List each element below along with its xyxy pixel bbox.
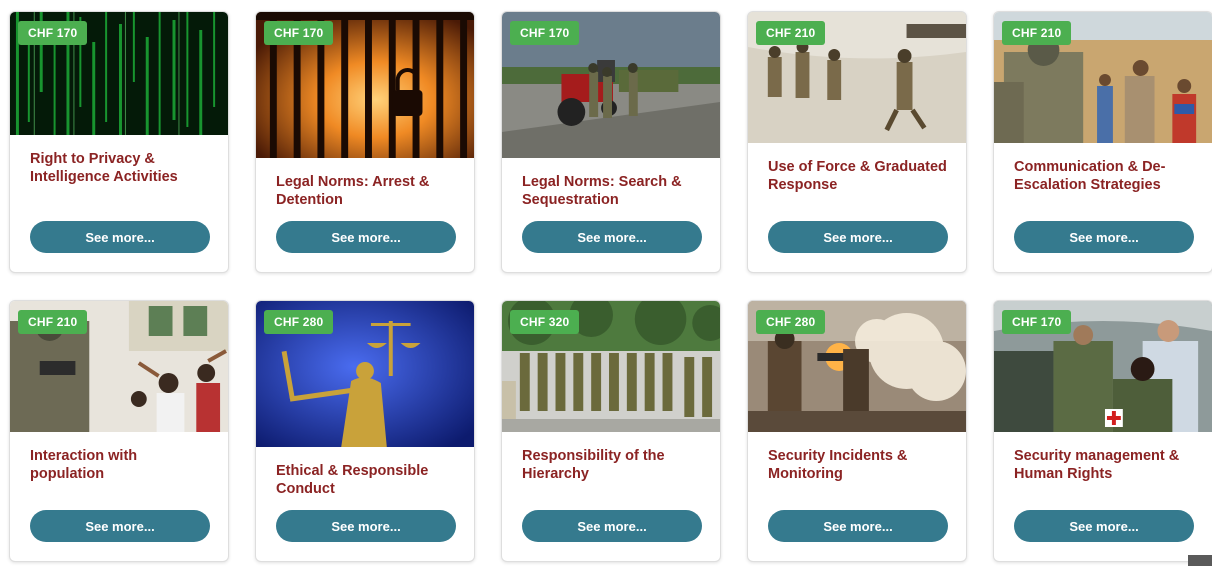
price-badge: CHF 170: [18, 21, 88, 45]
see-more-button[interactable]: See more...: [522, 510, 702, 542]
see-more-button[interactable]: See more...: [768, 221, 948, 253]
course-title[interactable]: Use of Force & Graduated Response: [768, 158, 952, 194]
course-card[interactable]: CHF 170 Right to Privacy & Intelligence …: [9, 11, 229, 273]
see-more-button[interactable]: See more...: [768, 510, 948, 542]
course-card[interactable]: CHF 170 Security management & Human Righ…: [993, 300, 1212, 562]
course-image-cannon-firing[interactable]: CHF 280: [748, 301, 966, 432]
course-card[interactable]: CHF 210 Communication & De-Escalation St…: [993, 11, 1212, 273]
course-image-medical-aircraft[interactable]: CHF 170: [994, 301, 1212, 432]
course-title[interactable]: Right to Privacy & Intelligence Activiti…: [30, 150, 214, 186]
course-image-matrix-code[interactable]: CHF 170: [10, 12, 228, 135]
course-card[interactable]: CHF 280 Ethical & Responsible Conduct Se…: [255, 300, 475, 562]
scroll-to-top-button[interactable]: [1188, 555, 1212, 566]
course-image-soldier-children[interactable]: CHF 210: [994, 12, 1212, 143]
course-title[interactable]: Security Incidents & Monitoring: [768, 447, 952, 483]
course-image-prison-bars[interactable]: CHF 170: [256, 12, 474, 158]
course-card[interactable]: CHF 170 Legal Norms: Arrest & Detention …: [255, 11, 475, 273]
course-title[interactable]: Legal Norms: Arrest & Detention: [276, 173, 460, 209]
see-more-button[interactable]: See more...: [30, 221, 210, 253]
see-more-button[interactable]: See more...: [1014, 510, 1194, 542]
course-image-troops-parade[interactable]: CHF 320: [502, 301, 720, 432]
see-more-button[interactable]: See more...: [276, 510, 456, 542]
course-title[interactable]: Communication & De-Escalation Strategies: [1014, 158, 1198, 194]
price-badge: CHF 210: [756, 21, 826, 45]
price-badge: CHF 280: [756, 310, 826, 334]
course-image-soldier-crowd[interactable]: CHF 210: [10, 301, 228, 432]
course-title[interactable]: Interaction with population: [30, 447, 214, 483]
course-title[interactable]: Security management & Human Rights: [1014, 447, 1198, 483]
price-badge: CHF 210: [18, 310, 88, 334]
course-card[interactable]: CHF 210 Interaction with population See …: [9, 300, 229, 562]
course-title[interactable]: Ethical & Responsible Conduct: [276, 462, 460, 498]
course-card[interactable]: CHF 210 Use of Force & Graduated Respons…: [747, 11, 967, 273]
course-image-soldiers-desert[interactable]: CHF 210: [748, 12, 966, 143]
price-badge: CHF 170: [510, 21, 580, 45]
see-more-button[interactable]: See more...: [30, 510, 210, 542]
course-card[interactable]: CHF 280 Security Incidents & Monitoring …: [747, 300, 967, 562]
course-image-lady-justice[interactable]: CHF 280: [256, 301, 474, 447]
see-more-button[interactable]: See more...: [522, 221, 702, 253]
price-badge: CHF 170: [264, 21, 334, 45]
course-card[interactable]: CHF 320 Responsibility of the Hierarchy …: [501, 300, 721, 562]
price-badge: CHF 280: [264, 310, 334, 334]
course-title[interactable]: Responsibility of the Hierarchy: [522, 447, 706, 483]
course-image-soldiers-tractor[interactable]: CHF 170: [502, 12, 720, 158]
price-badge: CHF 170: [1002, 310, 1072, 334]
price-badge: CHF 320: [510, 310, 580, 334]
course-title[interactable]: Legal Norms: Search & Sequestration: [522, 173, 706, 209]
course-card[interactable]: CHF 170 Legal Norms: Search & Sequestrat…: [501, 11, 721, 273]
see-more-button[interactable]: See more...: [1014, 221, 1194, 253]
price-badge: CHF 210: [1002, 21, 1072, 45]
see-more-button[interactable]: See more...: [276, 221, 456, 253]
